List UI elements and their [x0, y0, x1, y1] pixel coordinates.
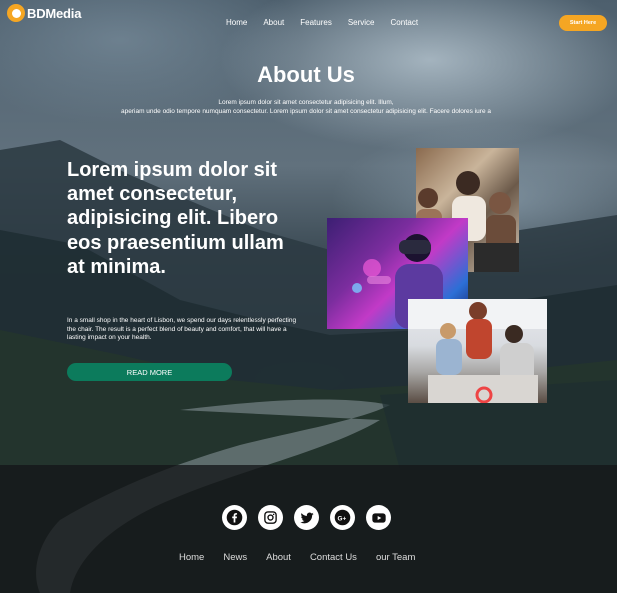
nav-about[interactable]: About	[263, 18, 284, 27]
footer-link-news[interactable]: News	[223, 552, 247, 563]
footer-link-about[interactable]: About	[266, 552, 291, 563]
about-subtitle-line2: aperiam unde odio tempore numquam consec…	[121, 108, 491, 115]
office-team-photo	[408, 299, 547, 403]
instagram-icon[interactable]	[258, 505, 283, 530]
about-subtitle: Lorem ipsum dolor sit amet consectetur a…	[0, 98, 612, 116]
read-more-button[interactable]: READ MORE	[67, 363, 232, 381]
nav-home[interactable]: Home	[226, 18, 247, 27]
twitter-icon[interactable]	[294, 505, 319, 530]
footer-nav: Home News About Contact Us our Team	[179, 552, 434, 563]
hero-headline: Lorem ipsum dolor sit amet consectetur, …	[67, 159, 284, 278]
youtube-icon[interactable]	[366, 505, 391, 530]
social-links: G+	[222, 505, 402, 530]
footer-link-home[interactable]: Home	[179, 552, 204, 563]
footer-link-contact-us[interactable]: Contact Us	[310, 552, 357, 563]
google-plus-icon[interactable]: G+	[330, 505, 355, 530]
nav-contact[interactable]: Contact	[391, 18, 419, 27]
svg-text:G+: G+	[338, 515, 347, 522]
brand-name: BDMedia	[27, 5, 82, 21]
logo-icon	[7, 4, 25, 22]
facebook-icon[interactable]	[222, 505, 247, 530]
start-here-button[interactable]: Start Here	[559, 15, 607, 31]
footer-link-our-team[interactable]: our Team	[376, 552, 415, 563]
hero-paragraph: In a small shop in the heart of Lisbon, …	[67, 317, 297, 342]
about-title: About Us	[257, 62, 355, 87]
top-nav: Home About Features Service Contact	[226, 18, 434, 27]
about-subtitle-line1: Lorem ipsum dolor sit amet consectetur a…	[218, 99, 394, 106]
nav-service[interactable]: Service	[348, 18, 375, 27]
nav-features[interactable]: Features	[300, 18, 332, 27]
brand-logo[interactable]: BDMedia	[7, 4, 81, 22]
